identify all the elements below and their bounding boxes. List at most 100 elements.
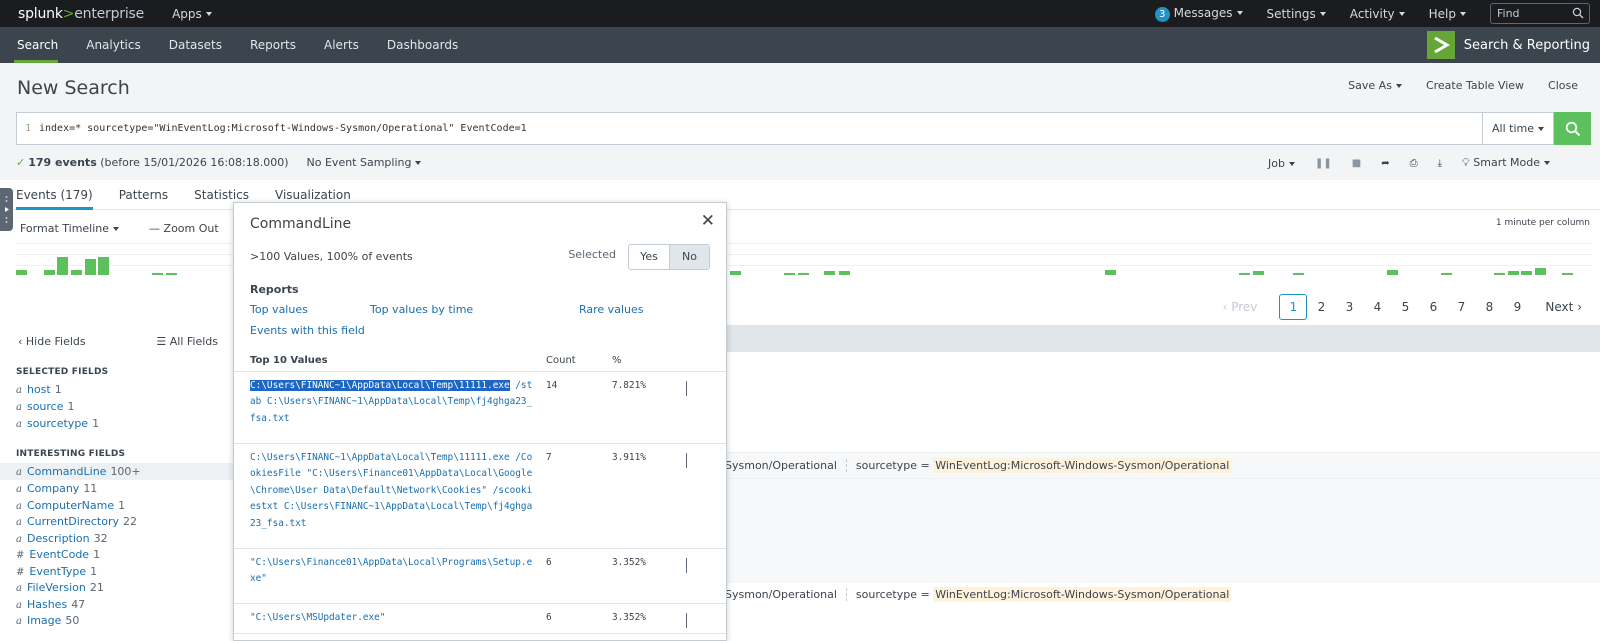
- tab-events[interactable]: Events (179): [0, 180, 106, 210]
- search-mode-menu[interactable]: 💡︎ Smart Mode: [1462, 156, 1550, 170]
- timeline-bar[interactable]: [1105, 270, 1116, 275]
- sidebar-toggle[interactable]: [0, 188, 13, 231]
- event-sampling-menu[interactable]: No Event Sampling: [307, 156, 422, 169]
- nav-alerts[interactable]: Alerts: [310, 27, 373, 63]
- field-eventcode[interactable]: # EventCode 1: [16, 546, 233, 563]
- field-image[interactable]: a Image 50: [16, 612, 233, 629]
- top-values-by-time-link[interactable]: Top values by time: [370, 303, 473, 316]
- event-source-value[interactable]: Sysmon/Operational: [725, 459, 837, 472]
- prev-page-button[interactable]: ‹ Prev: [1223, 300, 1258, 314]
- field-fileversion[interactable]: a FileVersion 21: [16, 579, 233, 596]
- timeline-bar[interactable]: [16, 270, 27, 275]
- field-eventtype[interactable]: # EventType 1: [16, 563, 233, 580]
- selected-no-button[interactable]: No: [669, 245, 709, 269]
- timeline-bar[interactable]: [166, 273, 177, 275]
- timeline-bar[interactable]: [1535, 268, 1546, 275]
- hide-fields-button[interactable]: ‹ Hide Fields: [18, 335, 86, 348]
- timeline-bar[interactable]: [44, 270, 55, 275]
- timeline-bar[interactable]: [1562, 273, 1573, 275]
- value-text[interactable]: "C:\Users\MSUpdater.exe": [250, 610, 534, 626]
- nav-datasets[interactable]: Datasets: [155, 27, 236, 63]
- timeline-bar[interactable]: [1508, 271, 1519, 275]
- timeline-bar[interactable]: [1521, 271, 1532, 275]
- activity-menu[interactable]: Activity: [1350, 7, 1405, 21]
- top-values-link[interactable]: Top values: [250, 303, 308, 316]
- page-7-button[interactable]: 7: [1447, 300, 1475, 314]
- event-source-value[interactable]: Sysmon/Operational: [725, 588, 837, 601]
- format-timeline-menu[interactable]: Format Timeline: [20, 222, 120, 235]
- share-icon[interactable]: ➦: [1381, 158, 1389, 169]
- field-hashes[interactable]: a Hashes 47: [16, 596, 233, 613]
- timeline-bar[interactable]: [839, 271, 850, 275]
- tab-patterns[interactable]: Patterns: [106, 180, 181, 209]
- search-button[interactable]: [1554, 112, 1591, 145]
- selected-yes-button[interactable]: Yes: [629, 245, 669, 269]
- page-1-button[interactable]: 1: [1279, 294, 1308, 320]
- event-sourcetype-value[interactable]: WinEventLog:Microsoft-Windows-Sysmon/Ope…: [933, 587, 1232, 602]
- settings-menu[interactable]: Settings: [1267, 7, 1326, 21]
- time-range-picker[interactable]: All time: [1482, 112, 1554, 145]
- messages-menu[interactable]: 3 Messages: [1154, 6, 1243, 22]
- search-input[interactable]: 1 index=* sourcetype="WinEventLog:Micros…: [16, 112, 1482, 145]
- export-icon[interactable]: ⤓: [1438, 158, 1442, 169]
- apps-menu[interactable]: Apps: [172, 7, 212, 21]
- timeline-bar[interactable]: [57, 257, 68, 275]
- value-text[interactable]: C:\Users\FINANC~1\AppData\Local\Temp\111…: [250, 378, 534, 427]
- page-3-button[interactable]: 3: [1335, 300, 1363, 314]
- save-as-button[interactable]: Save As: [1348, 79, 1402, 92]
- page-5-button[interactable]: 5: [1391, 300, 1419, 314]
- timeline-bar[interactable]: [1239, 273, 1250, 275]
- timeline-bar[interactable]: [98, 257, 109, 275]
- page-9-button[interactable]: 9: [1503, 300, 1531, 314]
- close-button[interactable]: Close: [1548, 79, 1578, 92]
- field-currentdirectory[interactable]: a CurrentDirectory 22: [16, 513, 233, 530]
- timeline-bar[interactable]: [1293, 273, 1304, 275]
- timeline-bar[interactable]: [798, 273, 809, 275]
- timeline-bar[interactable]: [85, 259, 96, 275]
- field-sourcetype[interactable]: a sourcetype 1: [16, 415, 233, 432]
- timeline-bar[interactable]: [1494, 273, 1505, 275]
- nav-analytics[interactable]: Analytics: [72, 27, 155, 63]
- find-input[interactable]: Find: [1490, 3, 1590, 24]
- job-menu[interactable]: Job: [1268, 157, 1296, 170]
- timeline-bar[interactable]: [730, 271, 741, 275]
- field-commandline[interactable]: a CommandLine 100+: [0, 463, 233, 480]
- timeline-bar[interactable]: [152, 273, 163, 275]
- value-row[interactable]: "C:\Users\MSUpdater.exe" 6 3.352%: [234, 604, 726, 634]
- value-row[interactable]: C:\Users\FINANC~1\AppData\Local\Temp\111…: [234, 444, 726, 549]
- all-fields-button[interactable]: ☰ All Fields: [156, 335, 218, 348]
- app-title[interactable]: Search & Reporting: [1426, 31, 1590, 59]
- close-icon[interactable]: ✕: [701, 211, 715, 231]
- help-menu[interactable]: Help: [1429, 7, 1466, 21]
- nav-dashboards[interactable]: Dashboards: [373, 27, 472, 63]
- timeline-bar[interactable]: [1441, 273, 1452, 275]
- field-source[interactable]: a source 1: [16, 398, 233, 415]
- event-sourcetype-value[interactable]: WinEventLog:Microsoft-Windows-Sysmon/Ope…: [933, 458, 1232, 473]
- print-icon[interactable]: ⎙: [1410, 158, 1418, 169]
- next-page-button[interactable]: Next ›: [1545, 300, 1582, 314]
- timeline-bar[interactable]: [1387, 270, 1398, 275]
- timeline-bar[interactable]: [1253, 271, 1264, 275]
- field-computername[interactable]: a ComputerName 1: [16, 497, 233, 514]
- page-4-button[interactable]: 4: [1363, 300, 1391, 314]
- stop-icon[interactable]: ■: [1352, 158, 1361, 169]
- field-host[interactable]: a host 1: [16, 381, 233, 398]
- value-text[interactable]: C:\Users\FINANC~1\AppData\Local\Temp\111…: [250, 450, 534, 532]
- zoom-out-button[interactable]: — Zoom Out: [149, 222, 219, 235]
- page-8-button[interactable]: 8: [1475, 300, 1503, 314]
- events-with-field-link[interactable]: Events with this field: [250, 324, 365, 337]
- value-text[interactable]: "C:\Users\Finance01\AppData\Local\Progra…: [250, 555, 534, 588]
- nav-reports[interactable]: Reports: [236, 27, 310, 63]
- rare-values-link[interactable]: Rare values: [579, 303, 643, 316]
- field-company[interactable]: a Company 11: [16, 480, 233, 497]
- field-description[interactable]: a Description 32: [16, 530, 233, 547]
- nav-search[interactable]: Search: [0, 27, 72, 63]
- value-row[interactable]: C:\Users\FINANC~1\AppData\Local\Temp\111…: [234, 372, 726, 444]
- page-2-button[interactable]: 2: [1307, 300, 1335, 314]
- timeline-bar[interactable]: [824, 271, 835, 275]
- splunk-logo[interactable]: splunk>enterprise: [18, 6, 144, 22]
- pause-icon[interactable]: ❚❚: [1315, 158, 1332, 169]
- page-6-button[interactable]: 6: [1419, 300, 1447, 314]
- value-row[interactable]: "C:\Users\Finance01\AppData\Local\Progra…: [234, 549, 726, 604]
- create-table-view-button[interactable]: Create Table View: [1426, 79, 1524, 92]
